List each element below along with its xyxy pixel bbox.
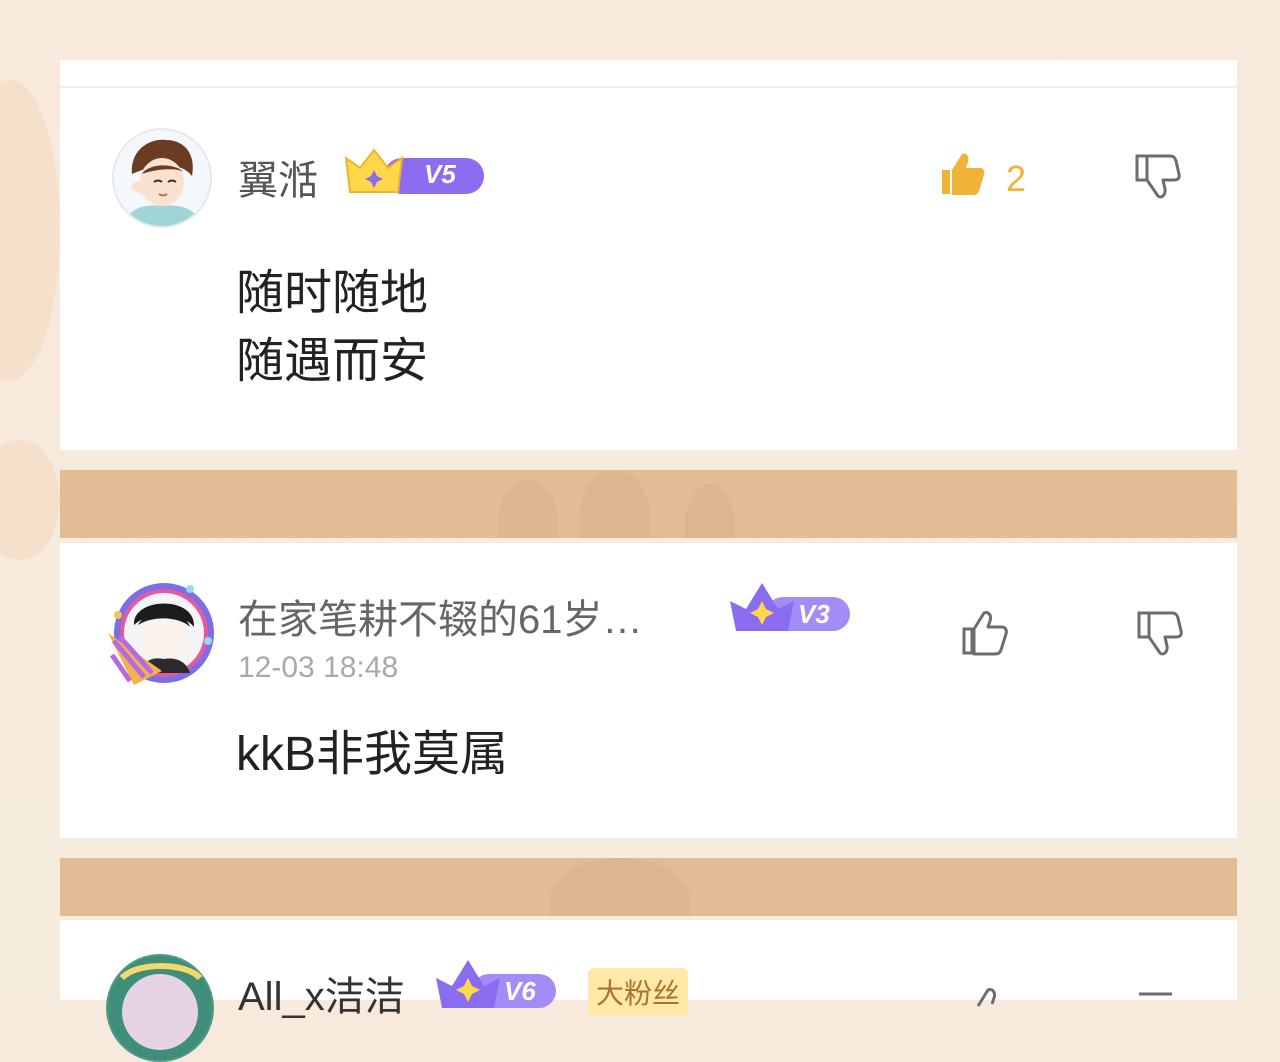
vip-level-badge: V6 <box>434 956 558 1014</box>
dislike-icon <box>1139 992 1172 996</box>
vip-level-badge: V5 <box>344 144 484 200</box>
fan-badge: 大粉丝 <box>588 968 689 1016</box>
comment-text: kkB非我莫属 <box>236 721 508 789</box>
comment-card: 在家笔耕不辍的61岁… 12-03 18:48 V3 kkB非我莫属 <box>60 543 1237 840</box>
vip-level-badge: V3 <box>728 579 852 637</box>
avatar-image <box>114 130 210 226</box>
comment-card: All_x洁洁 V6 大粉丝 <box>60 920 1237 1062</box>
level-text: V6 <box>504 976 536 1006</box>
username[interactable]: 在家笔耕不辍的61岁… <box>238 587 643 645</box>
comment-line: kkB非我莫属 <box>236 728 509 781</box>
avatar[interactable] <box>112 128 212 228</box>
avatar-image <box>108 956 212 1060</box>
dislike-button[interactable] <box>1134 609 1184 664</box>
comment-divider <box>60 60 1237 88</box>
like-icon <box>962 611 1008 656</box>
like-icon <box>976 988 996 1007</box>
crown-icon <box>730 583 850 631</box>
section-separator <box>60 470 1237 538</box>
avatar-frame-icon <box>108 583 214 685</box>
username[interactable]: All_x洁洁 <box>238 964 405 1022</box>
like-icon <box>942 153 985 195</box>
comment-card: 翼湉 V5 2 随时随地 随遇而安 <box>60 88 1237 452</box>
level-text: V3 <box>798 599 830 629</box>
background-decoration <box>0 440 60 560</box>
like-count: 2 <box>1006 158 1027 199</box>
avatar[interactable] <box>104 575 220 691</box>
crown-icon <box>436 960 556 1008</box>
dislike-button[interactable] <box>1134 990 1184 1045</box>
crown-icon <box>344 148 484 194</box>
comment-text: 随时随地 随遇而安 <box>236 260 428 396</box>
level-text: V5 <box>424 159 456 189</box>
username[interactable]: 翼湉 <box>238 148 318 206</box>
comment-line: 随时随地 <box>236 267 429 320</box>
dislike-icon <box>1137 611 1183 656</box>
like-button[interactable] <box>960 609 1008 662</box>
comment-line: 随遇而安 <box>236 335 429 388</box>
comment-timestamp: 12-03 18:48 <box>238 651 399 684</box>
section-separator <box>60 858 1237 916</box>
avatar[interactable] <box>106 954 214 1062</box>
background-decoration <box>0 80 60 380</box>
like-button[interactable] <box>938 150 986 203</box>
like-button[interactable] <box>964 986 1012 1039</box>
dislike-button[interactable] <box>1132 152 1182 207</box>
dislike-icon <box>1135 154 1181 199</box>
